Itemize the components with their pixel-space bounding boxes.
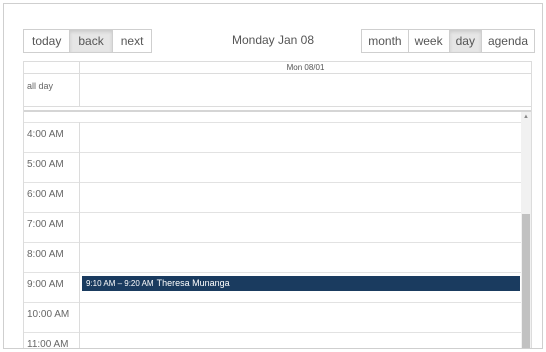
header-gutter xyxy=(24,62,80,73)
day-view-button[interactable]: day xyxy=(448,29,482,53)
slot-divider xyxy=(24,212,521,213)
time-slot-row[interactable]: 5:00 AM xyxy=(24,152,521,182)
time-slot-label: 10:00 AM xyxy=(24,302,80,332)
event-time: 9:10 AM – 9:20 AM xyxy=(86,279,154,288)
scrollbar-thumb[interactable] xyxy=(522,214,530,348)
calendar-toolbar: today back next Monday Jan 08 month week… xyxy=(4,4,542,62)
time-slot-row[interactable]: 4:00 AM xyxy=(24,122,521,152)
time-slot-label: 5:00 AM xyxy=(24,152,80,182)
time-slot-label: 4:00 AM xyxy=(24,122,80,152)
view-button-group: month week day agenda xyxy=(361,29,535,53)
time-slot-row[interactable]: 7:00 AM xyxy=(24,212,521,242)
slot-divider xyxy=(24,242,521,243)
time-slot-row[interactable]: 10:00 AM xyxy=(24,302,521,332)
scroll-up-arrow-icon[interactable]: ▲ xyxy=(521,112,531,122)
time-grid[interactable]: 11:00 AM 10:00 AM 9:00 AM 8:00 AM 7:00 AM 6:0… xyxy=(24,110,531,348)
slot-divider xyxy=(24,302,521,303)
agenda-view-button[interactable]: agenda xyxy=(480,29,535,53)
slot-divider xyxy=(24,152,521,153)
calendar: today back next Monday Jan 08 month week… xyxy=(3,3,543,349)
week-view-button[interactable]: week xyxy=(407,29,450,53)
time-slot-label: 8:00 AM xyxy=(24,242,80,272)
time-slot-label: 7:00 AM xyxy=(24,212,80,242)
time-slot-row[interactable]: 6:00 AM xyxy=(24,182,521,212)
time-slot-row[interactable]: 8:00 AM xyxy=(24,242,521,272)
day-grid: Mon 08/01 all day 11:00 AM 10:00 AM 9:00 A… xyxy=(23,61,532,348)
calendar-event[interactable]: 9:10 AM – 9:20 AM Theresa Munanga xyxy=(82,276,520,291)
all-day-label: all day xyxy=(24,74,80,106)
day-header-row: Mon 08/01 xyxy=(24,62,531,74)
day-header-label[interactable]: Mon 08/01 xyxy=(80,62,531,73)
slot-divider xyxy=(24,122,521,123)
all-day-row[interactable]: all day xyxy=(24,74,531,107)
time-slot-row[interactable]: 11:00 AM xyxy=(24,332,521,348)
slot-divider xyxy=(24,182,521,183)
month-view-button[interactable]: month xyxy=(361,29,409,53)
time-slot-label: 6:00 AM xyxy=(24,182,80,212)
time-slot-label: 11:00 AM xyxy=(24,332,80,348)
event-title: Theresa Munanga xyxy=(156,278,230,288)
time-slot-label: 9:00 AM xyxy=(24,272,80,302)
slot-divider xyxy=(24,332,521,333)
slot-divider xyxy=(24,272,521,273)
scrollbar[interactable]: ▲ xyxy=(521,112,531,348)
